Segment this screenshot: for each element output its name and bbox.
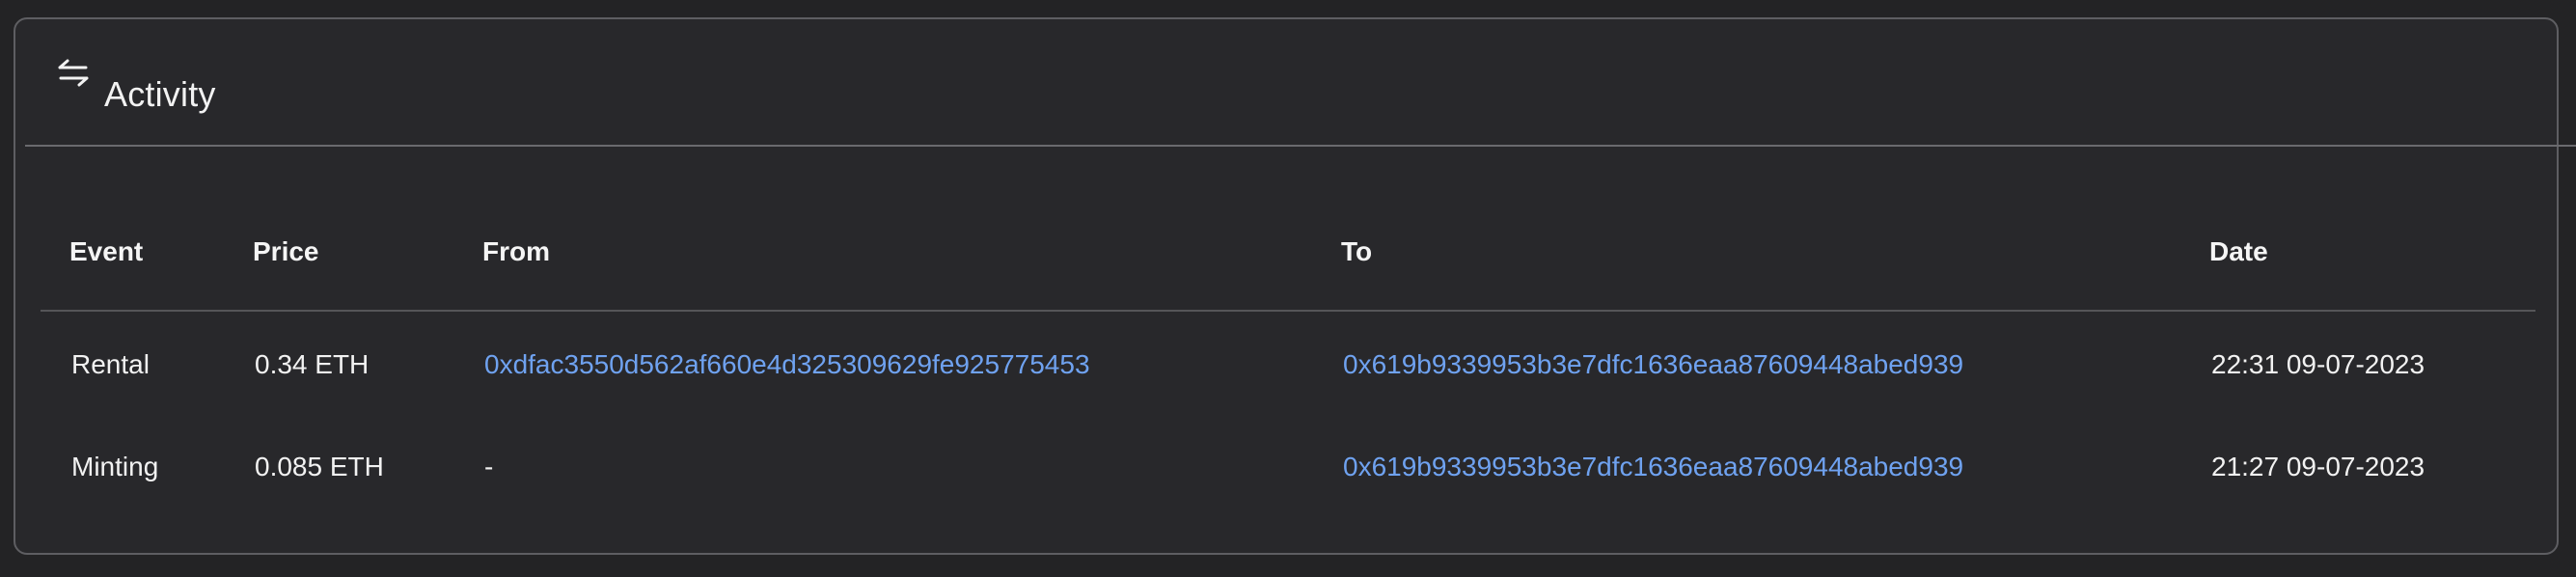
to-cell: 0x619b9339953b3e7dfc1636eaa87609448abed9… bbox=[1312, 415, 2180, 519]
column-header-event: Event bbox=[41, 193, 224, 312]
date-cell: 22:31 09-07-2023 bbox=[2211, 348, 2425, 379]
table-row: Rental 0.34 ETH 0xdfac3550d562af660e4d32… bbox=[41, 311, 2535, 415]
to-address-link[interactable]: 0x619b9339953b3e7dfc1636eaa87609448abed9… bbox=[1343, 452, 1963, 481]
from-cell: - bbox=[484, 452, 494, 481]
event-cell: Rental bbox=[71, 348, 150, 379]
activity-table: Event Price From To Date Rental 0.34 ETH… bbox=[41, 193, 2535, 519]
from-address-link[interactable]: 0xdfac3550d562af660e4d325309629fe9257754… bbox=[484, 349, 1090, 379]
to-address-link[interactable]: 0x619b9339953b3e7dfc1636eaa87609448abed9… bbox=[1343, 349, 1963, 379]
column-header-price: Price bbox=[224, 193, 453, 312]
price-cell: 0.34 ETH bbox=[255, 348, 370, 379]
activity-header: Activity bbox=[15, 19, 2557, 145]
price-cell: 0.085 ETH bbox=[255, 452, 384, 481]
event-cell: Minting bbox=[71, 452, 159, 481]
header-divider bbox=[25, 145, 2576, 147]
column-header-date: Date bbox=[2180, 193, 2535, 312]
to-cell: 0x619b9339953b3e7dfc1636eaa87609448abed9… bbox=[1312, 311, 2180, 415]
table-header-row: Event Price From To Date bbox=[41, 193, 2535, 312]
activity-panel: Activity Event Price From To Date Rental… bbox=[14, 17, 2576, 555]
from-cell: 0xdfac3550d562af660e4d325309629fe9257754… bbox=[453, 311, 1312, 415]
date-cell: 21:27 09-07-2023 bbox=[2211, 452, 2425, 481]
table-row: Minting 0.085 ETH - 0x619b9339953b3e7dfc… bbox=[41, 415, 2535, 519]
swap-arrows-icon bbox=[56, 56, 91, 91]
panel-title: Activity bbox=[104, 74, 216, 114]
column-header-from: From bbox=[453, 193, 1312, 312]
column-header-to: To bbox=[1312, 193, 2180, 312]
